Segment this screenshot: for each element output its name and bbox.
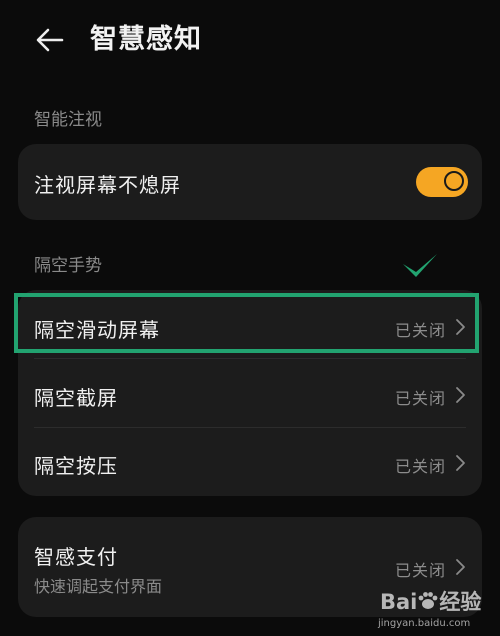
watermark-logo: Bai 经验 [380,586,481,616]
status-text: 已关闭 [394,457,446,476]
smart-gaze-card: 注视屏幕不熄屏 [18,144,482,220]
highlight-annotation [14,293,479,353]
row-title: 智感支付 [34,545,118,569]
row-subtitle: 快速调起支付界面 [34,577,163,596]
arrow-left-icon[interactable] [34,24,66,56]
status-text: 已关闭 [394,561,446,580]
page-title: 智慧感知 [90,24,202,55]
chevron-right-icon [456,455,465,471]
row-title: 隔空截屏 [34,386,118,410]
list-item-air-screenshot[interactable]: 隔空截屏 已关闭 [18,359,482,427]
header: 智慧感知 [0,0,500,80]
watermark-logo-text: Bai [380,590,418,614]
watermark-logo-text-2: 经验 [439,590,482,614]
toggle-knob [444,171,464,191]
section-label-smart-gaze: 智能注视 [34,110,102,130]
chevron-right-icon [456,559,465,575]
baidu-jingyan-watermark: Bai 经验 jingyan.baidu.com [372,584,496,634]
watermark-url: jingyan.baidu.com [378,618,471,629]
row-title: 注视屏幕不熄屏 [34,173,181,197]
chevron-right-icon [456,387,465,403]
status-text: 已关闭 [394,389,446,408]
gaze-keep-screen-on-toggle[interactable] [416,167,468,197]
row-title: 隔空按压 [34,454,118,478]
check-mark-icon [403,254,437,277]
list-item-gaze-keep-screen-on[interactable]: 注视屏幕不熄屏 [18,144,482,220]
list-item-air-press[interactable]: 隔空按压 已关闭 [18,428,482,496]
paw-icon [418,592,438,609]
section-label-air-gesture: 隔空手势 [34,256,102,276]
